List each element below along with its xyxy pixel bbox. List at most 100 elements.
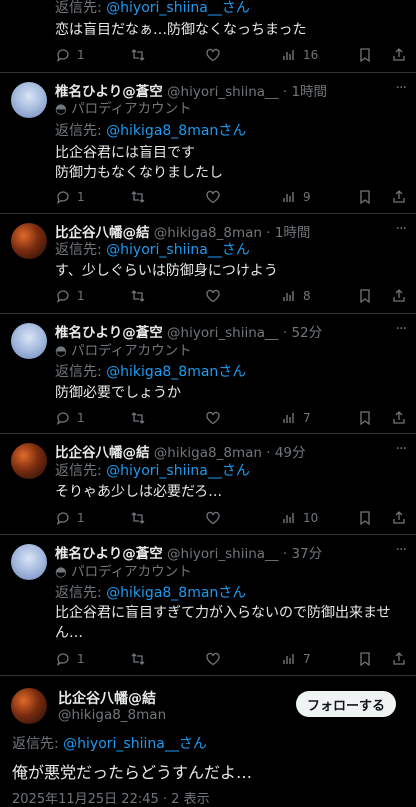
share-button[interactable] xyxy=(391,288,407,304)
reply-button[interactable]: 1 xyxy=(55,651,85,667)
more-icon[interactable]: ··· xyxy=(396,221,407,237)
retweet-button[interactable] xyxy=(130,189,146,205)
bookmark-button[interactable] xyxy=(357,410,373,426)
post-text: す、少しぐらいは防御身につけよう xyxy=(55,263,278,279)
avatar[interactable] xyxy=(11,323,47,359)
reply-prefix: 返信先: xyxy=(55,0,102,16)
share-icon xyxy=(393,190,405,203)
display-name[interactable]: 比企谷八幡@結 xyxy=(55,445,150,461)
avatar[interactable] xyxy=(11,688,47,724)
retweet-icon xyxy=(131,512,145,524)
reply-count: 1 xyxy=(77,411,85,425)
more-icon[interactable]: ··· xyxy=(396,321,407,337)
like-button[interactable] xyxy=(205,47,221,63)
action-bar: 1 8 xyxy=(55,288,405,308)
like-icon xyxy=(206,411,220,425)
reply-to-link[interactable]: @hikiga8_8manさん xyxy=(106,364,246,380)
bookmark-icon xyxy=(360,652,370,667)
post-timestamp: 2025年11月25日 22:45 · 2 表示 xyxy=(12,792,210,807)
more-icon[interactable]: ··· xyxy=(396,542,407,558)
reply-to-link[interactable]: @hikiga8_8manさん xyxy=(106,585,246,601)
bookmark-button[interactable] xyxy=(357,189,373,205)
reply-to-link[interactable]: @hikiga8_8manさん xyxy=(106,123,246,139)
reply-count: 1 xyxy=(77,190,85,204)
post-text-line: ん… xyxy=(55,625,83,641)
parody-text: パロディアカウント xyxy=(71,564,192,580)
more-icon[interactable]: ··· xyxy=(396,80,407,96)
bookmark-button[interactable] xyxy=(357,47,373,63)
retweet-button[interactable] xyxy=(130,651,146,667)
follow-button[interactable]: フォローする xyxy=(296,691,396,717)
bookmark-icon xyxy=(360,190,370,205)
retweet-button[interactable] xyxy=(130,288,146,304)
retweet-button[interactable] xyxy=(130,410,146,426)
like-button[interactable] xyxy=(205,288,221,304)
like-icon xyxy=(206,511,220,525)
avatar[interactable] xyxy=(11,544,47,580)
post-header: 比企谷八幡@結 @hikiga8_8man · 49分 xyxy=(55,441,408,461)
reply-to-link[interactable]: @hiyori_shiina__さん xyxy=(106,463,250,479)
user-handle[interactable]: @hikiga8_8man xyxy=(58,707,166,723)
more-icon[interactable]: ··· xyxy=(396,441,407,457)
retweet-icon xyxy=(131,412,145,424)
post-header: 椎名ひより@蒼空 @hiyori_shiina__ · 37分 xyxy=(55,542,408,562)
reply-count: 1 xyxy=(77,48,85,62)
parody-label: ◓ パロディアカウント xyxy=(55,97,192,117)
post-time[interactable]: · 1時間 xyxy=(266,225,310,241)
views-button[interactable]: 9 xyxy=(281,189,311,205)
share-button[interactable] xyxy=(391,47,407,63)
views-icon xyxy=(283,413,294,423)
post-time[interactable]: · 1時間 xyxy=(283,84,327,100)
reply-button[interactable]: 1 xyxy=(55,288,85,304)
display-name[interactable]: 比企谷八幡@結 xyxy=(58,688,156,708)
like-icon xyxy=(206,289,220,303)
views-icon xyxy=(283,291,294,301)
avatar[interactable] xyxy=(11,223,47,259)
reply-icon xyxy=(56,290,69,303)
bookmark-button[interactable] xyxy=(357,651,373,667)
reply-count: 1 xyxy=(77,511,85,525)
share-button[interactable] xyxy=(391,651,407,667)
views-count: 8 xyxy=(303,289,311,303)
reply-button[interactable]: 1 xyxy=(55,410,85,426)
post-text: 防御必要でしょうか xyxy=(55,385,181,401)
reply-prefix: 返信先: xyxy=(55,463,102,479)
like-button[interactable] xyxy=(205,651,221,667)
views-button[interactable]: 7 xyxy=(281,651,311,667)
bookmark-button[interactable] xyxy=(357,288,373,304)
share-button[interactable] xyxy=(391,189,407,205)
views-button[interactable]: 8 xyxy=(281,288,311,304)
reply-to-link[interactable]: @hiyori_shiina__さん xyxy=(106,242,250,258)
views-count: 9 xyxy=(303,190,311,204)
post-time[interactable]: · 52分 xyxy=(283,325,322,341)
avatar[interactable] xyxy=(11,82,47,118)
reply-button[interactable]: 1 xyxy=(55,510,85,526)
retweet-button[interactable] xyxy=(130,510,146,526)
bookmark-button[interactable] xyxy=(357,510,373,526)
reply-to-link[interactable]: @hiyori_shiina__さん xyxy=(106,0,250,16)
divider xyxy=(0,213,416,214)
reply-to-link[interactable]: @hiyori_shiina__さん xyxy=(63,736,207,752)
parody-mask-icon: ◓ xyxy=(55,101,67,117)
views-button[interactable]: 10 xyxy=(281,510,318,526)
share-button[interactable] xyxy=(391,410,407,426)
reply-icon xyxy=(56,512,69,525)
action-bar: 1 7 xyxy=(55,410,405,430)
post-time[interactable]: · 49分 xyxy=(266,445,305,461)
reply-button[interactable]: 1 xyxy=(55,189,85,205)
views-button[interactable]: 16 xyxy=(281,47,318,63)
post-time[interactable]: · 37分 xyxy=(283,546,322,562)
user-handle[interactable]: @hikiga8_8man xyxy=(154,445,262,461)
post-text: そりゃあ少しは必要だろ… xyxy=(55,484,223,500)
views-button[interactable]: 7 xyxy=(281,410,311,426)
like-button[interactable] xyxy=(205,510,221,526)
reply-button[interactable]: 1 xyxy=(55,47,85,63)
avatar[interactable] xyxy=(11,443,47,479)
like-button[interactable] xyxy=(205,189,221,205)
retweet-button[interactable] xyxy=(130,47,146,63)
action-bar: 1 10 xyxy=(55,510,405,530)
share-button[interactable] xyxy=(391,510,407,526)
bookmark-icon xyxy=(360,511,370,526)
post-header: 椎名ひより@蒼空 @hiyori_shiina__ · 52分 xyxy=(55,321,408,341)
like-button[interactable] xyxy=(205,410,221,426)
